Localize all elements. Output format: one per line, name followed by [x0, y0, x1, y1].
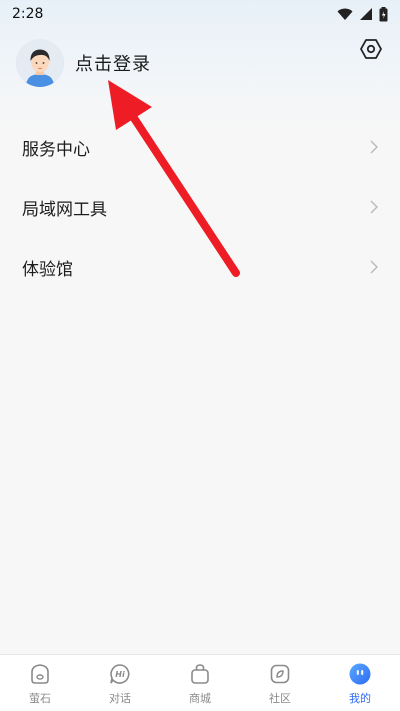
battery-icon: [379, 6, 388, 22]
chevron-right-icon: [370, 260, 378, 274]
settings-button[interactable]: [358, 38, 384, 64]
status-time: 2:28: [12, 6, 44, 22]
tab-label: 社区: [269, 691, 291, 705]
tab-label: 对话: [109, 691, 131, 705]
menu-item-lan-tools[interactable]: 局域网工具: [0, 177, 400, 237]
login-header[interactable]: 点击登录: [16, 38, 151, 88]
menu-item-experience-hall[interactable]: 体验馆: [0, 237, 400, 297]
wifi-icon: [337, 8, 353, 21]
tab-home[interactable]: 萤石: [10, 661, 70, 706]
tab-chat[interactable]: Hi 对话: [90, 661, 150, 706]
menu-list: 服务中心 局域网工具 体验馆: [0, 117, 400, 297]
svg-text:Hi: Hi: [115, 670, 125, 679]
tab-label: 商城: [189, 691, 211, 705]
status-icons: [337, 6, 388, 22]
tab-label: 萤石: [29, 691, 51, 705]
bottom-tab-bar: 萤石 Hi 对话 商城 社区 我的: [0, 654, 400, 711]
menu-item-label: 体验馆: [22, 259, 73, 280]
status-bar: 2:28: [0, 0, 400, 28]
profile-face-icon: [347, 661, 373, 687]
hexagon-settings-icon: [359, 37, 383, 65]
menu-item-label: 局域网工具: [22, 199, 107, 220]
shopping-bag-icon: [187, 661, 213, 687]
chevron-right-icon: [370, 140, 378, 154]
menu-item-service-center[interactable]: 服务中心: [0, 117, 400, 177]
avatar[interactable]: [16, 39, 64, 87]
chat-hi-icon: Hi: [107, 661, 133, 687]
login-label[interactable]: 点击登录: [75, 50, 151, 76]
community-icon: [267, 661, 293, 687]
chevron-right-icon: [370, 200, 378, 214]
signal-icon: [359, 7, 373, 21]
tab-label: 我的: [349, 691, 371, 705]
tab-shop[interactable]: 商城: [170, 661, 230, 706]
menu-item-label: 服务中心: [22, 139, 90, 160]
tab-profile[interactable]: 我的: [330, 661, 390, 706]
tab-community[interactable]: 社区: [250, 661, 310, 706]
home-cube-icon: [27, 661, 53, 687]
